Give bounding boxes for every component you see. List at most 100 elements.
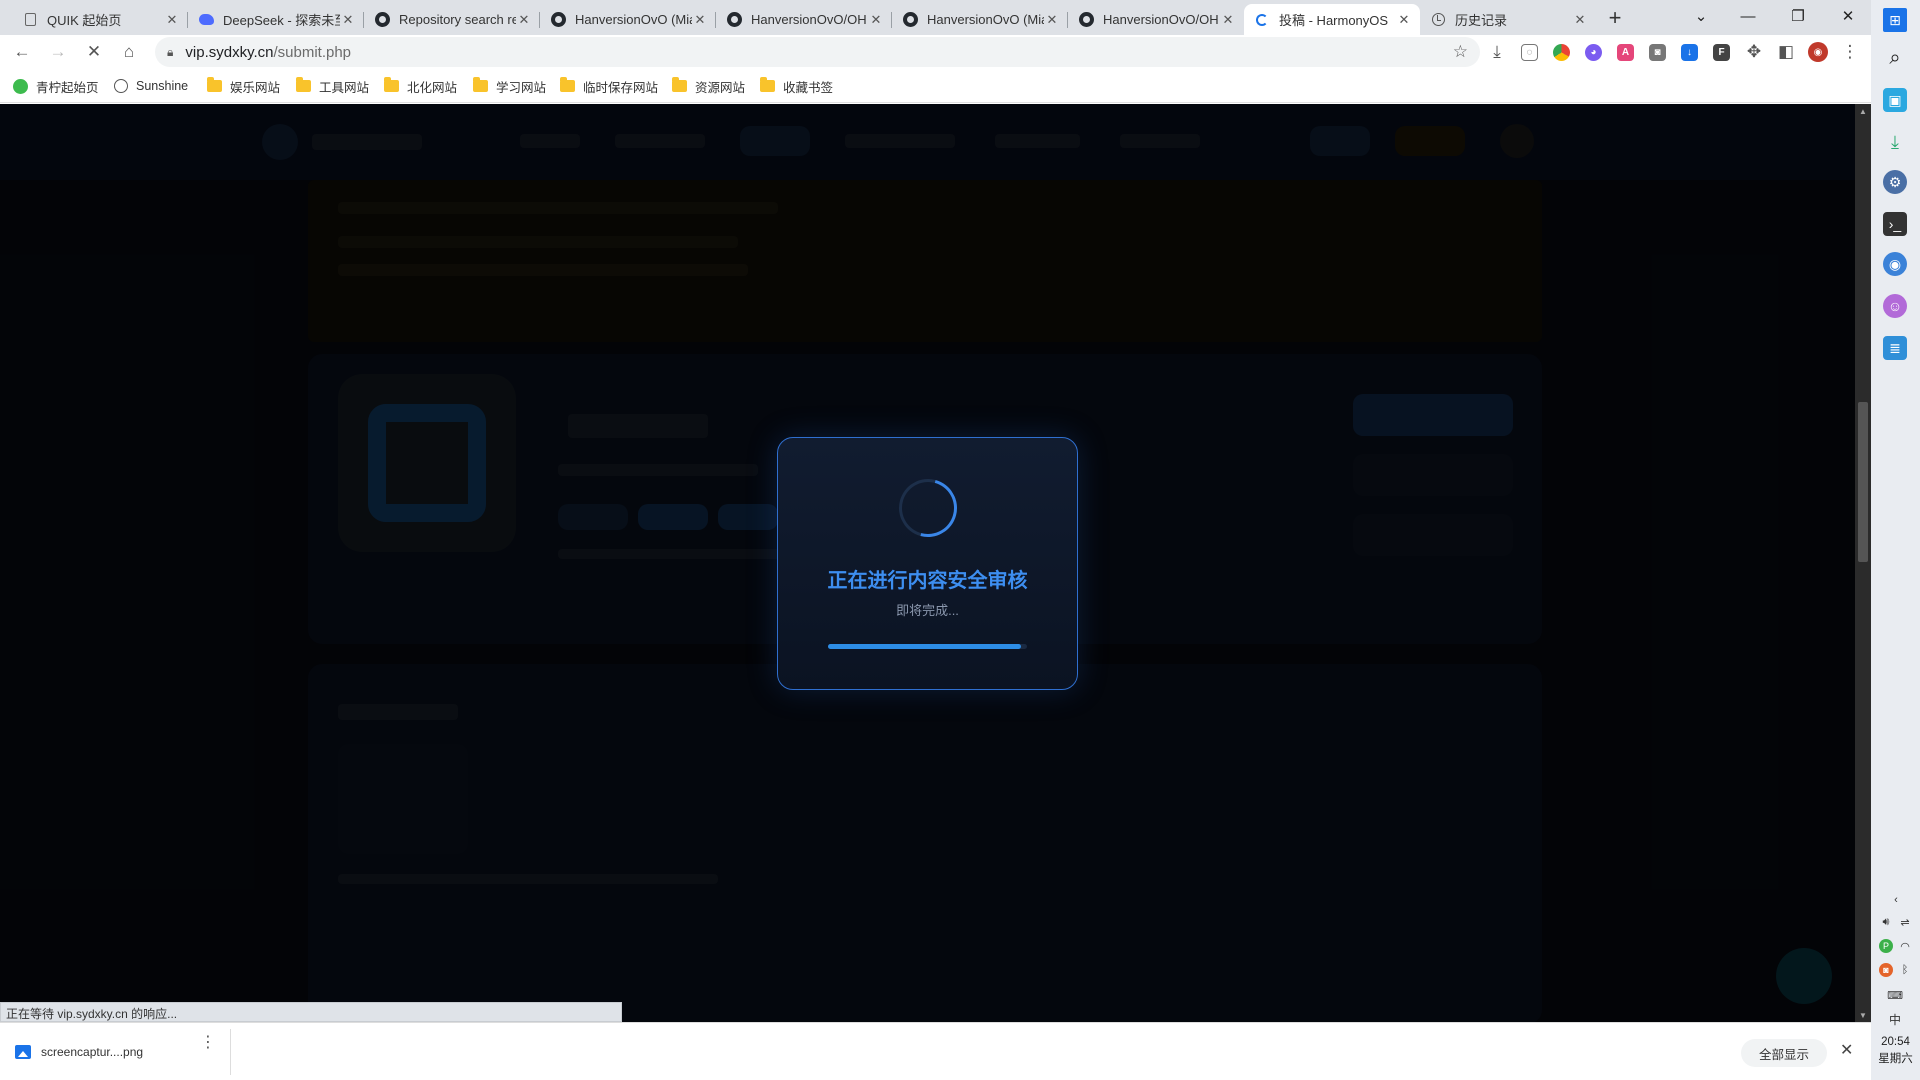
close-shelf-icon[interactable]: ✕ <box>1840 1040 1853 1060</box>
downloader-extension-icon[interactable]: ↓ <box>1681 44 1698 61</box>
notepad-icon[interactable]: ≣ <box>1883 336 1907 360</box>
photos-app-icon[interactable]: ▣ <box>1883 88 1907 112</box>
globe-icon <box>114 79 128 93</box>
bookmark-folder-resources[interactable]: 资源网站 <box>672 76 745 96</box>
close-icon[interactable]: ✕ <box>1396 12 1412 28</box>
bookmark-qingning[interactable]: 青柠起始页 <box>13 76 99 96</box>
loading-spinner-icon <box>888 468 968 548</box>
github-icon <box>374 12 390 28</box>
home-icon[interactable]: ⌂ <box>116 39 142 65</box>
orange-tray-icon[interactable]: ◙ <box>1879 963 1893 977</box>
folder-icon <box>560 77 575 92</box>
bookmark-folder-favorites[interactable]: 收藏书签 <box>760 76 833 96</box>
tab-deepseek[interactable]: DeepSeek - 探索未至之境 ✕ <box>188 4 364 35</box>
tab-title: 历史记录 <box>1455 13 1508 28</box>
forward-arrow-icon[interactable]: → <box>45 39 71 65</box>
chat-extension-icon[interactable]: ◌ <box>1521 44 1538 61</box>
tab-github-profile-2[interactable]: HanversionOvO (Miao) ✕ <box>892 4 1068 35</box>
tab-title: QUIK 起始页 <box>47 13 122 28</box>
download-item[interactable]: screencaptur....png <box>10 1034 230 1070</box>
tab-quik[interactable]: QUIK 起始页 ✕ <box>12 4 188 35</box>
clock-weekday: 星期六 <box>1878 1053 1913 1065</box>
green-tray-icon[interactable]: P <box>1879 939 1893 953</box>
menu-dots-icon[interactable]: ⋮ <box>1837 39 1863 65</box>
modal-subtitle: 即将完成... <box>896 603 959 618</box>
windows-start-icon[interactable]: ⊞ <box>1883 8 1907 32</box>
close-icon[interactable]: ✕ <box>340 12 356 28</box>
progress-fill <box>828 644 1022 649</box>
wifi-icon[interactable]: ◠ <box>1898 939 1912 953</box>
close-icon[interactable]: ✕ <box>1044 12 1060 28</box>
camera-extension-icon[interactable]: ◙ <box>1649 44 1666 61</box>
bookmark-star-icon[interactable]: ☆ <box>1453 42 1468 62</box>
status-bubble: 正在等待 vip.sydxky.cn 的响应... <box>0 1002 622 1022</box>
more-options-icon[interactable]: ⋮ <box>200 1032 216 1052</box>
tab-repository-search[interactable]: Repository search results ✕ <box>364 4 540 35</box>
minimize-button[interactable]: — <box>1725 0 1771 32</box>
extensions-puzzle-icon[interactable]: ✥ <box>1741 39 1767 65</box>
bookmark-folder-study[interactable]: 学习网站 <box>473 76 546 96</box>
ime-indicator[interactable]: 中 <box>1888 1012 1902 1027</box>
tab-search-icon[interactable]: ⌄ <box>1678 0 1724 32</box>
tab-submit-active[interactable]: 投稿 - HarmonyOS ✕ <box>1244 4 1420 35</box>
download-app-icon[interactable]: ⤓ <box>1883 130 1907 154</box>
search-icon[interactable]: ⌕ <box>1883 46 1907 70</box>
tab-github-repo[interactable]: HanversionOvO/OH ✕ <box>716 4 892 35</box>
browser-toolbar: ← → ✕ ⌂ 🔒︎ vip.sydxky.cn/submit.php ☆ ⤓ … <box>0 35 1871 69</box>
close-icon[interactable]: ✕ <box>1220 12 1236 28</box>
chrome-browser-icon[interactable]: ◉ <box>1883 252 1907 276</box>
chevron-left-icon[interactable]: ‹ <box>1889 893 1903 907</box>
tab-github-profile[interactable]: HanversionOvO (Miao) ✕ <box>540 4 716 35</box>
f-extension-icon[interactable]: F <box>1713 44 1730 61</box>
cat-app-icon[interactable]: ☺ <box>1883 294 1907 318</box>
download-icon[interactable]: ⤓ <box>1484 39 1510 65</box>
bookmark-folder-entertainment[interactable]: 娱乐网站 <box>207 76 280 96</box>
side-panel-icon[interactable]: ◧ <box>1773 39 1799 65</box>
url-text[interactable]: vip.sydxky.cn/submit.php <box>185 44 351 61</box>
close-window-button[interactable]: ✕ <box>1825 0 1871 32</box>
bookmark-sunshine[interactable]: Sunshine <box>114 76 188 96</box>
address-bar[interactable]: 🔒︎ vip.sydxky.cn/submit.php ☆ <box>155 37 1480 67</box>
bluetooth-icon[interactable]: ᛒ <box>1898 963 1912 977</box>
volume-icon[interactable]: 🔊︎ <box>1879 915 1893 929</box>
color-extension-icon[interactable] <box>1553 44 1570 61</box>
system-clock[interactable]: 20:54 星期六 <box>1871 1034 1920 1068</box>
close-icon[interactable]: ✕ <box>164 12 180 28</box>
bookmark-folder-tools[interactable]: 工具网站 <box>296 76 369 96</box>
tab-title: DeepSeek - 探索未至之境 <box>223 13 340 28</box>
tab-title: HanversionOvO/OH <box>1103 12 1219 27</box>
stop-loading-icon[interactable]: ✕ <box>81 39 107 65</box>
show-all-button[interactable]: 全部显示 <box>1741 1039 1827 1067</box>
restore-button[interactable]: ❐ <box>1775 0 1821 32</box>
bookmark-folder-buct[interactable]: 北化网站 <box>384 76 457 96</box>
tab-title: HanversionOvO (Miao) <box>927 12 1044 27</box>
avatar[interactable]: ◉ <box>1808 42 1828 62</box>
scroll-thumb[interactable] <box>1858 402 1868 562</box>
url-path: /submit.php <box>273 43 352 61</box>
tab-history[interactable]: 历史记录 ✕ <box>1420 4 1596 35</box>
scroll-down-icon[interactable]: ▼ <box>1855 1008 1871 1022</box>
keyboard-icon[interactable]: ⌨ <box>1887 988 1903 1002</box>
bookmarks-bar: 青柠起始页 Sunshine 娱乐网站 工具网站 北化网站 学习网站 临时保存网… <box>0 69 1871 103</box>
close-icon[interactable]: ✕ <box>516 12 532 28</box>
settings-gear-icon[interactable]: ⚙ <box>1883 170 1907 194</box>
new-tab-button[interactable]: + <box>1601 4 1629 32</box>
translate-extension-icon[interactable]: A <box>1617 44 1634 61</box>
leaf-icon <box>13 78 28 94</box>
cat-extension-icon[interactable]: ◕ <box>1585 44 1602 61</box>
network-settings-icon[interactable]: ⇌ <box>1898 915 1912 929</box>
folder-icon <box>296 77 311 92</box>
back-arrow-icon[interactable]: ← <box>9 39 35 65</box>
close-icon[interactable]: ✕ <box>1572 12 1588 28</box>
lock-icon[interactable]: 🔒︎ <box>167 45 173 60</box>
tab-title: HanversionOvO/OH <box>751 12 867 27</box>
close-icon[interactable]: ✕ <box>692 12 708 28</box>
clock-time: 20:54 <box>1881 1036 1910 1048</box>
progress-bar <box>828 644 1027 649</box>
close-icon[interactable]: ✕ <box>868 12 884 28</box>
terminal-icon[interactable]: ›_ <box>1883 212 1907 236</box>
tab-github-repo-2[interactable]: HanversionOvO/OH ✕ <box>1068 4 1244 35</box>
bookmark-folder-temp[interactable]: 临时保存网站 <box>560 76 658 96</box>
scroll-up-icon[interactable]: ▲ <box>1855 104 1871 118</box>
page-scrollbar[interactable]: ▲ ▼ <box>1855 104 1871 1022</box>
